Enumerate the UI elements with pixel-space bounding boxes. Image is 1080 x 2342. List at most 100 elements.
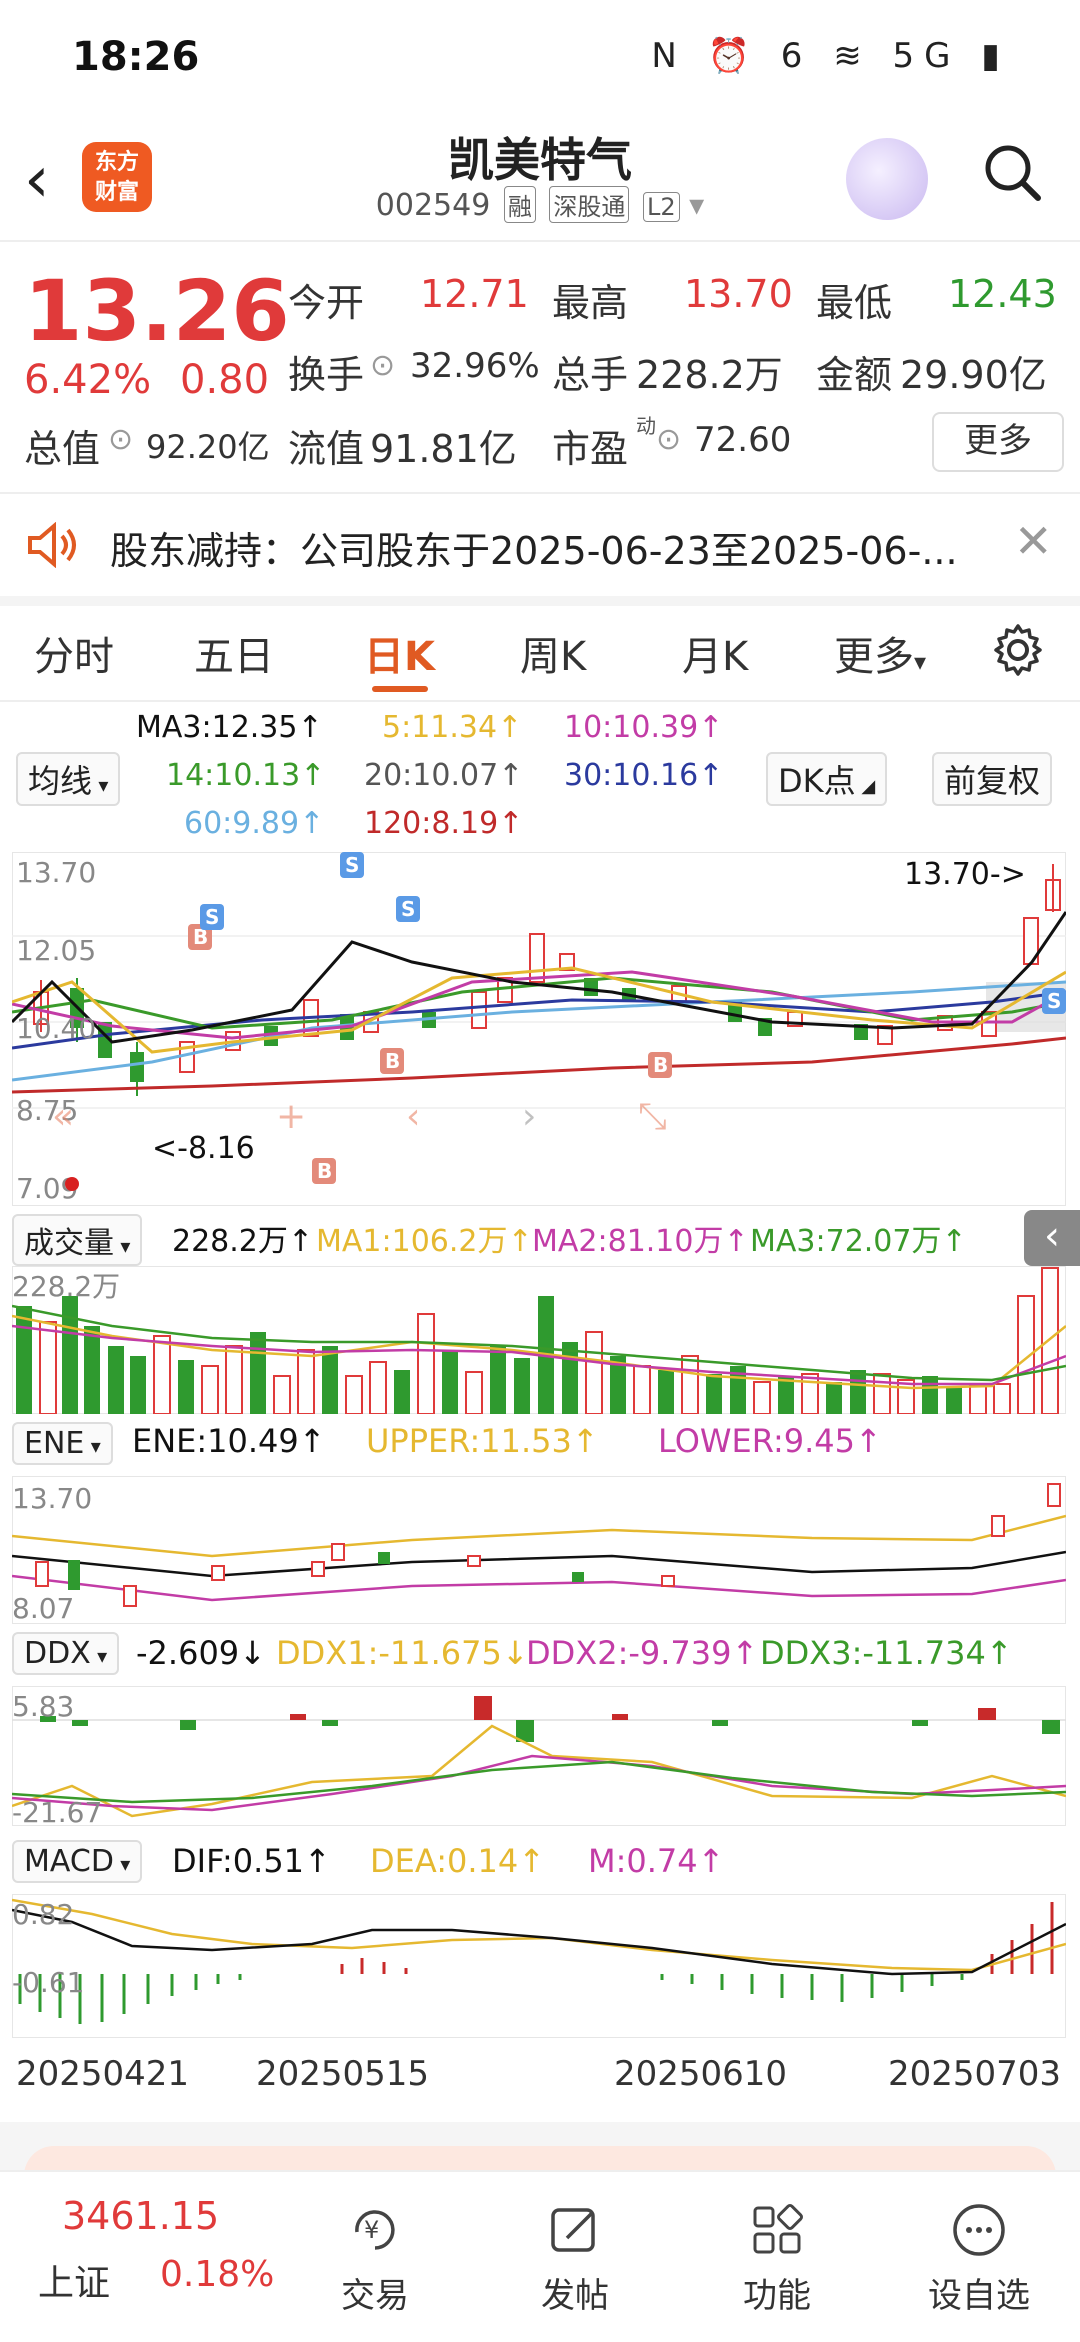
dk-point-button[interactable]: DK点 ◢ — [766, 752, 888, 806]
svg-text:S: S — [345, 853, 359, 877]
ma10-label: 10:10.39↑ — [564, 710, 724, 745]
index-value[interactable]: 3461.15 — [62, 2194, 219, 2238]
nav-post-label: 发帖 — [541, 2276, 609, 2316]
svg-text:S: S — [205, 905, 219, 929]
macd-select-label: MACD — [24, 1844, 114, 1879]
dropdown-arrow-icon: ▾ — [92, 773, 109, 797]
ene-upper: UPPER:11.53↑ — [366, 1422, 599, 1460]
ene-y-top: 13.70 — [12, 1482, 92, 1515]
y-label: 10.40 — [16, 1012, 96, 1045]
volume-value: 228.2万 — [636, 353, 783, 397]
more-dots-icon — [953, 2204, 1005, 2256]
expand-icon: ⤡ — [638, 1096, 667, 1137]
close-icon[interactable]: ✕ — [1014, 514, 1053, 568]
kline-chart[interactable]: B S S S B B B S 13.70 12.05 10.40 8.75 7… — [12, 852, 1066, 1206]
volume-y-label: 228.2万 — [12, 1270, 120, 1303]
active-tab-indicator — [372, 686, 428, 692]
more-button[interactable]: 更多 — [932, 412, 1064, 472]
index-name[interactable]: 上证 — [38, 2254, 110, 2306]
pe-value: 72.60 — [694, 420, 792, 460]
info-icon[interactable]: ⊙ — [656, 422, 681, 457]
tabs-divider — [0, 700, 1080, 702]
svg-text:¥: ¥ — [364, 2216, 379, 2244]
info-icon[interactable]: ⊙ — [108, 422, 133, 457]
date-label: 20250610 — [614, 2054, 788, 2094]
date-label: 20250421 — [16, 2054, 190, 2094]
tag-connect: 深股通 — [549, 186, 630, 223]
ene-y-bottom: 8.07 — [12, 1592, 74, 1624]
svg-text:B: B — [653, 1053, 668, 1077]
edit-icon — [551, 2208, 595, 2252]
float-value: 91.81亿 — [370, 427, 517, 471]
tab-monthly-k[interactable]: 月K — [682, 624, 748, 682]
open-value: 12.71 — [420, 272, 529, 316]
settings-gear-icon[interactable] — [990, 622, 1046, 678]
ddx-select[interactable]: DDX ▾ — [12, 1632, 120, 1675]
tab-more[interactable]: 更多▾ — [834, 624, 926, 682]
volume-ma1: MA1:106.2万↑ — [316, 1224, 533, 1259]
ma60-label: 60:9.89↑ — [184, 806, 325, 841]
status-time: 18:26 — [72, 34, 200, 80]
info-icon[interactable]: ⊙ — [370, 348, 395, 383]
date-label: 20250515 — [256, 2054, 430, 2094]
high-marker: 13.70-> — [904, 857, 1026, 892]
adjust-button[interactable]: 前复权 — [932, 752, 1053, 806]
ma-select[interactable]: 均线 ▾ — [16, 752, 121, 806]
svg-text:S: S — [401, 897, 415, 921]
low-value: 12.43 — [948, 272, 1057, 316]
date-label: 20250703 — [888, 2054, 1062, 2094]
ma5-label: 5:11.34↑ — [382, 710, 523, 745]
low-point-dot — [65, 1177, 79, 1191]
macd-select[interactable]: MACD ▾ — [12, 1840, 143, 1883]
tab-daily-k[interactable]: 日K — [364, 624, 435, 682]
next-icon: › — [522, 1096, 536, 1137]
grid-icon — [753, 2204, 803, 2254]
ma30-label: 30:10.16↑ — [564, 758, 724, 793]
tab-more-label: 更多 — [834, 634, 914, 680]
macd-y-top: 0.82 — [12, 1898, 74, 1931]
nav-post[interactable]: 发帖 — [500, 2202, 650, 2317]
status-icons: N ⏰ 6 ≋ 5G ▮ — [651, 36, 1010, 76]
tag-l2: L2 — [642, 192, 680, 222]
macd-dea: DEA:0.14↑ — [370, 1842, 546, 1880]
svg-text:B: B — [317, 1159, 332, 1183]
tab-weekly-k[interactable]: 周K — [520, 624, 586, 682]
low-label: 最低 — [816, 281, 893, 325]
index-change[interactable]: 0.18% — [160, 2254, 274, 2295]
ma20-label: 20:10.07↑ — [364, 758, 524, 793]
collapse-panel-icon[interactable]: ‹ — [1024, 1210, 1080, 1266]
nav-trade[interactable]: ¥ 交易 — [300, 2202, 450, 2317]
high-value: 13.70 — [684, 272, 793, 316]
dropdown-arrow-icon: ▾ — [113, 1852, 131, 1876]
yen-refresh-icon: ¥ — [355, 2210, 395, 2250]
dropdown-arrow-icon: ▾ — [84, 1434, 101, 1458]
ddx-y-bottom: -21.67 — [12, 1796, 102, 1826]
ma-select-label: 均线 — [28, 762, 93, 800]
robot-avatar-icon[interactable] — [846, 138, 928, 220]
notice-bar[interactable]: 股东减持：公司股东于2025-06-23至2025-06-... ✕ — [0, 494, 1080, 594]
ene-chart: 13.70 8.07 — [12, 1476, 1066, 1624]
mcap-value: 92.20亿 — [146, 428, 270, 466]
nav-watchlist[interactable]: 设自选 — [904, 2202, 1054, 2317]
volume-label: 总手 — [552, 353, 629, 397]
macd-y-bottom: -0.61 — [12, 1966, 84, 1999]
ma3-label: MA3:12.35↑ — [136, 710, 323, 745]
dropdown-arrow-icon: ▾ — [689, 188, 705, 223]
svg-text:B: B — [385, 1049, 400, 1073]
open-label: 今开 — [288, 281, 365, 325]
volume-select[interactable]: 成交量 ▾ — [12, 1214, 143, 1266]
pe-superscript: 动 — [636, 414, 656, 438]
nav-functions-label: 功能 — [743, 2276, 811, 2316]
dropdown-arrow-icon: ▾ — [90, 1644, 108, 1668]
tag-margin: 融 — [503, 186, 536, 223]
ddx1-value: DDX1:-11.675↓ — [276, 1634, 529, 1672]
ene-select[interactable]: ENE ▾ — [12, 1422, 113, 1465]
nav-functions[interactable]: 功能 — [702, 2202, 852, 2317]
y-label: 13.70 — [16, 856, 96, 889]
search-icon[interactable] — [980, 140, 1044, 204]
tab-five-day[interactable]: 五日 — [194, 624, 274, 682]
turnover-label: 换手 — [288, 353, 365, 397]
tab-intraday[interactable]: 分时 — [34, 624, 114, 682]
ddx-chart: 5.83 -21.67 — [12, 1686, 1066, 1826]
macd-m: M:0.74↑ — [588, 1842, 725, 1880]
